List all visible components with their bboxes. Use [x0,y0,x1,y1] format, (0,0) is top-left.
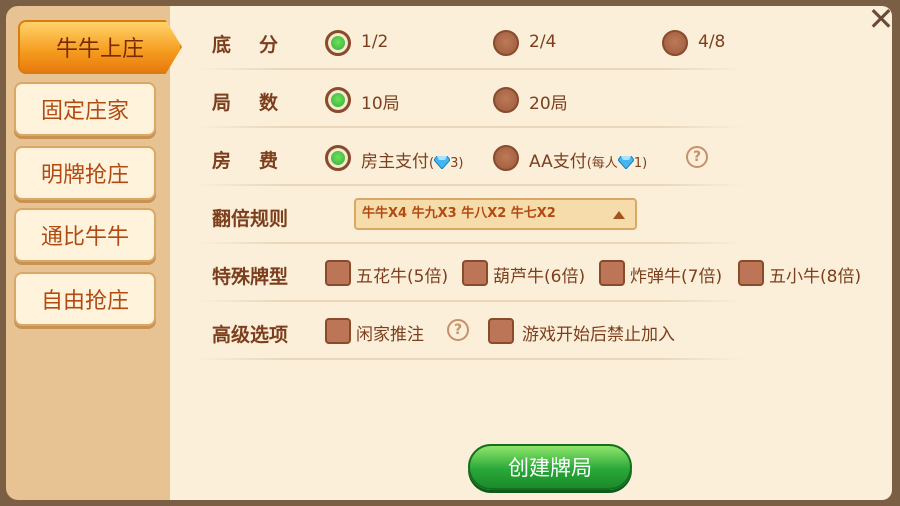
base-score-option-1: 1/2 [361,32,389,52]
no-join-checkbox[interactable] [488,318,514,344]
row-divider [196,242,746,244]
room-fee-label: 房费 [212,150,307,172]
aa-pay-close: ) [642,156,648,171]
tab-guding-zhuangjia[interactable]: 固定庄家 [14,82,156,136]
hulu-checkbox[interactable] [462,260,488,286]
bet-push-option: 闲家推注 [356,325,424,345]
base-score-radio-3[interactable] [662,30,688,56]
tab-ziyou-qiangzhuang[interactable]: 自由抢庄 [14,272,156,326]
wuhua-option: 五花牛(5倍) [356,267,449,287]
row-divider [196,126,746,128]
rounds-option-20: 20局 [529,94,568,114]
room-fee-radio-owner[interactable] [325,145,351,171]
zhadan-checkbox[interactable] [599,260,625,286]
bet-push-checkbox[interactable] [325,318,351,344]
rounds-radio-10[interactable] [325,87,351,113]
advanced-label: 高级选项 [212,324,289,346]
wuxiao-option: 五小牛(8倍) [769,267,862,287]
close-icon[interactable]: ✕ [866,3,896,35]
zhadan-option: 炸弹牛(7倍) [630,267,723,287]
owner-pay-text: 房主支付 [361,152,429,172]
owner-pay-option: 房主支付(3) [361,147,463,172]
room-fee-radio-aa[interactable] [493,145,519,171]
diamond-icon [434,156,451,169]
tab-mingpai-qiangzhuang[interactable]: 明牌抢庄 [14,146,156,200]
row-divider [196,300,746,302]
wuhua-checkbox[interactable] [325,260,351,286]
owner-pay-close: ) [458,156,464,171]
base-score-option-2: 2/4 [529,32,557,52]
tab-label: 通比牛牛 [40,225,129,250]
base-score-label: 底分 [212,34,307,56]
help-icon[interactable]: ? [447,319,469,341]
row-divider [196,358,746,360]
tab-label: 固定庄家 [40,99,129,124]
row-divider [196,68,746,70]
rounds-label: 局数 [212,92,307,114]
base-score-radio-1[interactable] [325,30,351,56]
tab-label: 明牌抢庄 [40,163,129,188]
double-rule-select[interactable]: 牛牛X4 牛九X3 牛八X2 牛七X2 [354,198,637,230]
aa-pay-cost: 1 [633,156,643,171]
no-join-option: 游戏开始后禁止加入 [522,325,675,345]
settings-panel [170,6,892,500]
chevron-up-icon [613,211,625,219]
aa-pay-text: AA支付 [529,152,587,172]
aa-pay-option: AA支付(每人 1) [529,147,647,172]
tab-label: 自由抢庄 [40,289,129,314]
base-score-radio-2[interactable] [493,30,519,56]
diamond-icon [617,156,634,169]
create-game-label: 创建牌局 [508,456,592,480]
double-rule-label: 翻倍规则 [212,208,289,230]
tab-niuniu-shangzhuang[interactable]: 牛牛上庄 [18,20,182,74]
special-hand-label: 特殊牌型 [212,266,289,288]
create-game-button[interactable]: 创建牌局 [468,444,632,490]
row-divider [196,184,746,186]
aa-pay-open: (每人 [586,156,618,171]
double-rule-value: 牛牛X4 牛九X3 牛八X2 牛七X2 [362,206,556,221]
tab-tongbi-niuniu[interactable]: 通比牛牛 [14,208,156,262]
wuxiao-checkbox[interactable] [738,260,764,286]
rounds-option-10: 10局 [361,94,400,114]
help-icon[interactable]: ? [686,146,708,168]
base-score-option-3: 4/8 [698,32,726,52]
tab-label: 牛牛上庄 [55,37,144,62]
rounds-radio-20[interactable] [493,87,519,113]
hulu-option: 葫芦牛(6倍) [493,267,586,287]
